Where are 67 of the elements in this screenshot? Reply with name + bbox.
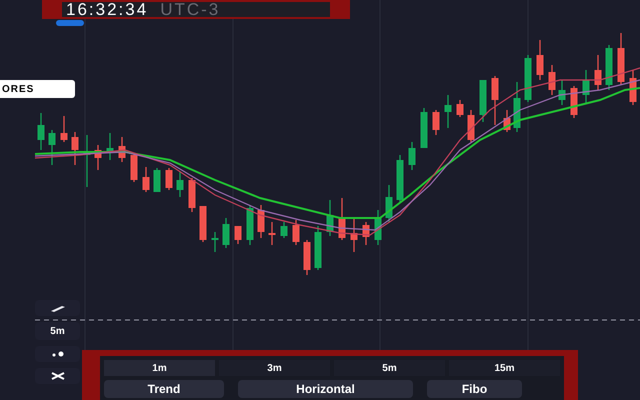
candle <box>630 70 636 105</box>
candle <box>60 116 68 142</box>
candle <box>408 142 416 170</box>
clock-time: 16:32:34 <box>66 1 148 18</box>
interval-tab[interactable]: 5m <box>334 360 445 376</box>
candle <box>492 76 498 125</box>
candle <box>166 168 172 190</box>
candle <box>350 218 358 252</box>
drawing-tool-button[interactable]: Horizontal <box>238 380 413 398</box>
candle <box>558 80 566 105</box>
drawing-tool-button[interactable]: Trend <box>104 380 224 398</box>
candle <box>280 222 288 238</box>
candle <box>118 137 126 162</box>
candle <box>292 220 300 245</box>
pen-icon <box>50 304 66 312</box>
candle <box>362 222 370 245</box>
candle <box>468 110 474 142</box>
candle <box>524 55 532 102</box>
interval-tab[interactable]: 1m <box>104 360 215 376</box>
drawing-tool-button[interactable]: Fibo <box>427 380 522 398</box>
candle <box>594 55 602 90</box>
candle <box>268 222 276 245</box>
candle <box>386 185 392 222</box>
candle <box>618 33 624 85</box>
candle <box>258 205 264 238</box>
candle <box>396 155 404 202</box>
candle <box>326 200 334 236</box>
candle <box>432 110 440 135</box>
dots-icon <box>50 351 64 357</box>
candle <box>536 40 544 80</box>
candle <box>106 133 114 160</box>
candle <box>94 145 102 170</box>
candle <box>72 132 78 165</box>
tool-button[interactable] <box>35 368 80 384</box>
candle <box>374 210 382 245</box>
interval-tab[interactable]: 3m <box>219 360 330 376</box>
clock-timezone: UTC-3 <box>160 1 220 18</box>
candle <box>48 130 56 165</box>
candle <box>154 168 160 192</box>
candle <box>504 110 510 132</box>
candle <box>188 178 196 212</box>
candle <box>338 198 346 240</box>
candle <box>212 232 218 252</box>
candle <box>84 135 90 187</box>
candle <box>142 167 150 192</box>
candle <box>480 80 486 122</box>
candle <box>38 113 44 150</box>
candle <box>420 108 428 148</box>
side-label: ORES <box>0 80 75 98</box>
interval-button[interactable]: 5m <box>35 322 80 340</box>
candle <box>234 226 242 244</box>
candle <box>582 70 590 103</box>
candle <box>222 218 230 248</box>
candle <box>304 240 310 275</box>
candle <box>606 45 612 90</box>
candle <box>514 82 520 132</box>
candle <box>200 206 206 242</box>
candle <box>456 100 464 117</box>
tool-button[interactable] <box>35 346 80 362</box>
candle <box>176 172 184 197</box>
candle <box>130 153 138 182</box>
candle <box>444 95 452 128</box>
candle <box>314 226 322 270</box>
tool-button[interactable] <box>35 300 80 316</box>
candle <box>246 205 254 245</box>
candle <box>548 65 556 95</box>
interval-tab[interactable]: 15m <box>449 360 560 376</box>
